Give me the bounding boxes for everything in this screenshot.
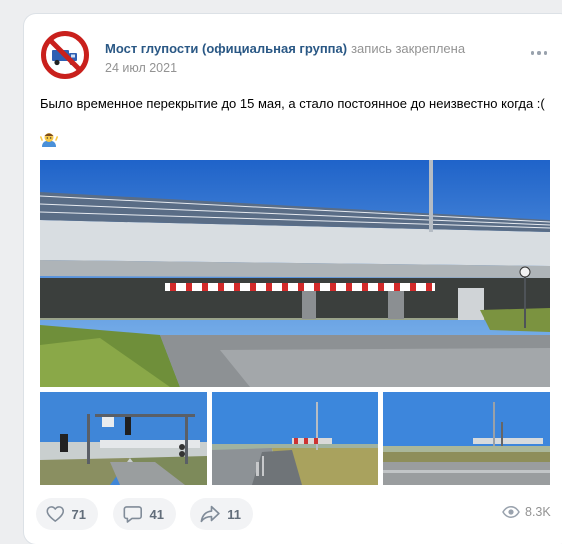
share-arrow-icon	[200, 505, 220, 523]
views-count: 8.3K	[525, 505, 551, 519]
road-barrier-photo[interactable]	[212, 392, 378, 485]
heart-icon	[46, 506, 65, 522]
post-text: Было временное перекрытие до 15 мая, а с…	[40, 96, 545, 111]
share-button[interactable]: 11	[190, 498, 253, 530]
post-date[interactable]: 24 июл 2021	[105, 61, 177, 75]
bridge-from-road-photo[interactable]	[383, 392, 550, 485]
post-card: Мост глупости (официальная группа) запись…	[24, 14, 562, 544]
no-trucks-sign-icon	[40, 30, 90, 80]
more-options-icon[interactable]	[529, 46, 549, 60]
group-avatar[interactable]	[40, 30, 90, 80]
comment-count: 41	[149, 506, 164, 522]
views-counter: 8.3K	[502, 505, 551, 519]
person-shrugging-icon	[40, 131, 59, 149]
like-count: 71	[71, 506, 86, 522]
bridge-main-photo[interactable]	[40, 160, 550, 387]
share-count: 11	[227, 506, 241, 522]
traffic-light-gate-photo[interactable]	[40, 392, 207, 485]
group-name-link[interactable]: Мост глупости (официальная группа)	[105, 41, 347, 56]
comment-button[interactable]: 41	[113, 498, 176, 530]
post-author: Мост глупости (официальная группа) запись…	[105, 41, 465, 56]
like-button[interactable]: 71	[36, 498, 98, 530]
eye-icon	[502, 506, 520, 518]
comment-icon	[123, 506, 142, 523]
pinned-note: запись закреплена	[351, 41, 466, 56]
